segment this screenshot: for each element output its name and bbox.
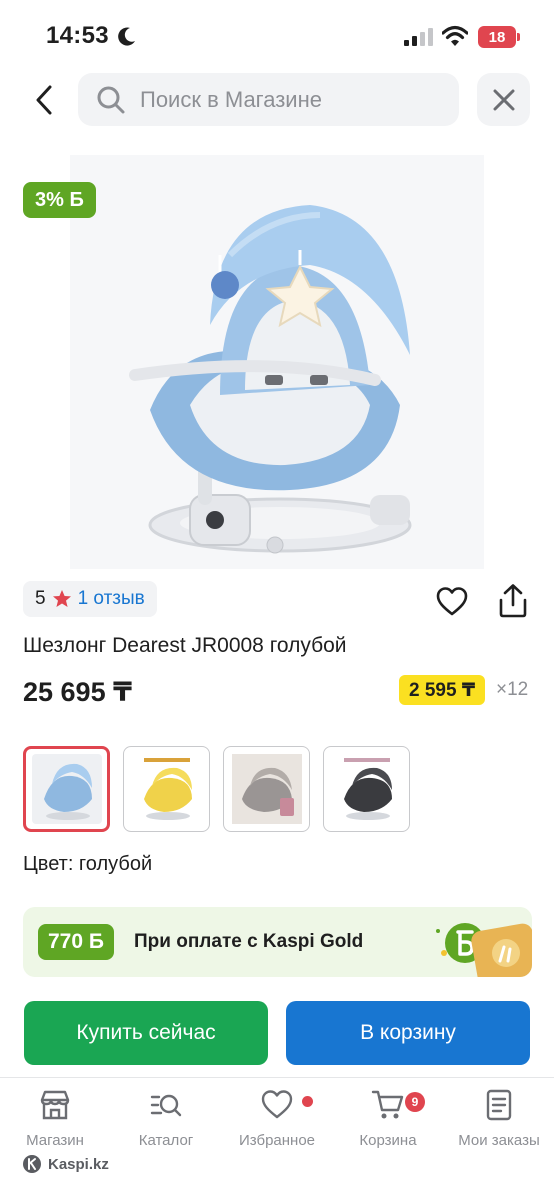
nav-item-store[interactable]: Магазин <box>0 1088 110 1152</box>
cart-icon <box>371 1090 404 1119</box>
nav-item-favorites[interactable]: Избранное <box>222 1088 332 1152</box>
nav-item-cart[interactable]: Корзина 9 <box>333 1088 443 1152</box>
variant-gray[interactable] <box>223 746 310 832</box>
buy-now-button[interactable]: Купить сейчас <box>24 1001 268 1065</box>
nav-label: Избранное <box>238 1132 316 1149</box>
variant-yellow[interactable] <box>123 746 210 832</box>
battery-indicator: 18 <box>478 26 516 48</box>
gold-banner-text: При оплате с Kaspi Gold <box>134 931 364 952</box>
status-bar: 14:53 18 <box>0 0 554 72</box>
variant-image <box>31 754 102 824</box>
store-icon <box>40 1090 70 1120</box>
cart-badge: 9 <box>405 1092 425 1112</box>
color-variants <box>23 746 410 832</box>
variant-image <box>131 754 202 824</box>
brand-name: Kaspi.kz <box>48 1155 109 1173</box>
kaspi-logo-icon <box>23 1155 41 1173</box>
variant-blue[interactable] <box>23 746 110 832</box>
product-price: 25 695 ₸ <box>23 677 132 707</box>
reviews-link[interactable]: 1 отзыв <box>78 588 145 610</box>
rating-chip[interactable]: 5 1 отзыв <box>23 581 157 617</box>
nav-item-catalog[interactable]: Каталог <box>111 1088 221 1152</box>
variant-image <box>331 754 402 824</box>
battery-tip <box>517 33 520 41</box>
brand-footer: Kaspi.kz <box>22 1154 109 1174</box>
baby-bouncer-image <box>70 155 484 569</box>
variant-black[interactable] <box>323 746 410 832</box>
moon-icon <box>118 27 135 46</box>
catalog-search-icon <box>150 1094 182 1117</box>
search-bar[interactable] <box>78 73 459 126</box>
bonus-badge: 3% Б <box>23 182 96 218</box>
bottom-nav: Магазин Каталог Избранное Корзина 9 Мои … <box>0 1077 554 1200</box>
nav-item-orders[interactable]: Мои заказы <box>444 1088 554 1152</box>
favorite-heart-icon[interactable] <box>435 585 469 619</box>
product-title: Шезлонг Dearest JR0008 голубой <box>23 634 347 657</box>
nav-label: Мои заказы <box>458 1132 540 1149</box>
close-button[interactable] <box>477 73 530 126</box>
search-icon <box>97 86 125 113</box>
kaspi-gold-card-icon <box>471 923 532 977</box>
add-to-cart-button[interactable]: В корзину <box>286 1001 530 1065</box>
notification-dot <box>302 1096 313 1107</box>
nav-label: Магазин <box>26 1132 84 1149</box>
close-icon <box>493 89 514 110</box>
search-input[interactable] <box>140 86 440 113</box>
signal-icon <box>404 28 433 46</box>
battery-level: 18 <box>488 28 506 46</box>
product-image[interactable] <box>70 155 484 569</box>
installment-price-badge: 2 595 ₸ <box>399 675 486 705</box>
back-button[interactable] <box>24 80 64 120</box>
heart-icon <box>261 1090 293 1119</box>
color-label: Цвет: голубой <box>23 853 153 875</box>
share-icon[interactable] <box>496 583 530 619</box>
rating-value: 5 <box>35 588 46 609</box>
star-icon <box>52 590 71 607</box>
wifi-icon <box>442 25 468 46</box>
orders-icon <box>486 1089 512 1121</box>
kaspi-gold-banner[interactable]: 770 Б При оплате с Kaspi Gold <box>23 907 532 977</box>
variant-image <box>231 754 302 824</box>
nav-label: Корзина <box>359 1132 417 1149</box>
chevron-left-icon <box>36 85 52 115</box>
status-time: 14:53 <box>46 22 109 49</box>
nav-label: Каталог <box>138 1132 194 1149</box>
gold-bonus-badge: 770 Б <box>38 924 114 960</box>
installment-months: ×12 <box>496 679 529 700</box>
